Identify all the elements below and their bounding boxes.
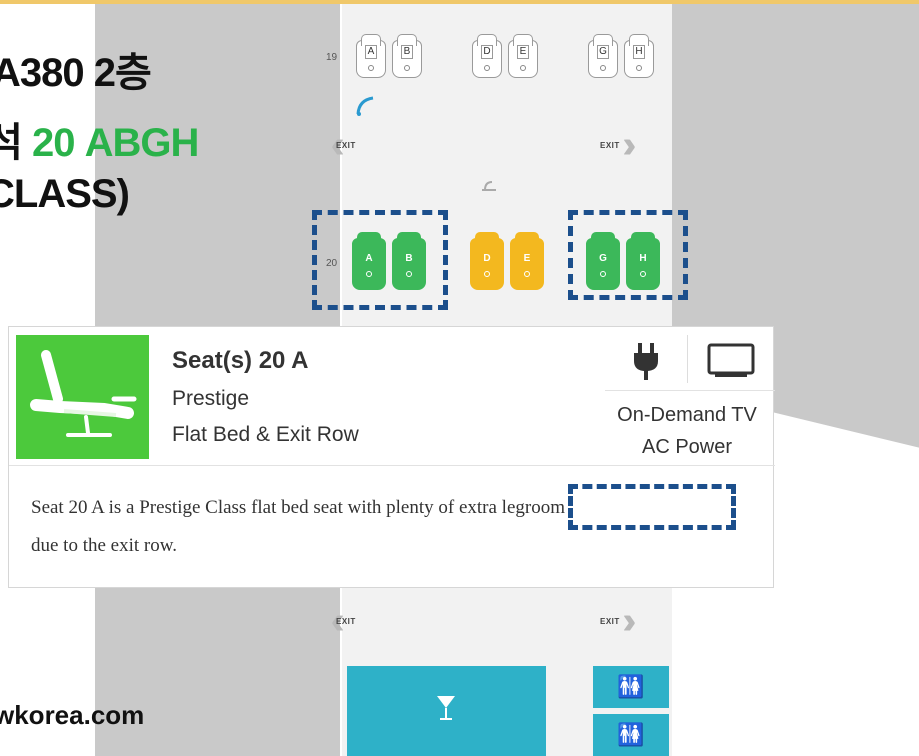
seat-19a[interactable]: A [356,34,386,78]
seat-label: A [365,45,377,59]
seat-19h[interactable]: H [624,34,654,78]
seat-label: D [481,45,493,59]
exit-label: EXIT [336,140,356,150]
lavatory-2[interactable]: 🚻 [593,714,669,756]
seat-label: D [483,253,491,264]
flat-bed-seat-icon [30,350,137,437]
headline-line-2: l석 20 ABGH [0,110,199,168]
amenity-list: On-Demand TV AC Power [601,399,773,463]
power-plug-icon [634,343,658,380]
row-number-19: 19 [326,52,338,63]
bar-lounge[interactable] [347,666,546,756]
exit-marker-left-bottom: ‹‹ EXIT [332,602,356,640]
exit-label: EXIT [600,616,620,626]
seat-description-line-2: due to the exit row. [31,535,177,556]
seat-label: E [517,45,529,59]
site-watermark: wkorea.com [0,700,145,730]
seat-info-card: Seat(s) 20 A Prestige Flat Bed & Exit Ro… [8,326,775,588]
seat-label: E [523,253,531,264]
seat-20e[interactable]: E [510,232,544,290]
highlight-seats-gh [568,210,688,300]
seat-19e[interactable]: E [508,34,538,78]
seat-label: H [633,45,645,59]
seat-class: Prestige [172,387,250,410]
exit-marker-left-top: ‹‹ EXIT [332,126,356,164]
highlight-extra-legroom [568,484,736,530]
headline-line-2-prefix: l석 [0,121,23,165]
seat-19g[interactable]: G [588,34,618,78]
card-divider [9,465,775,466]
headline-line-1: A380 2층 [0,51,152,95]
amenity-on-demand-tv: On-Demand TV [617,404,757,426]
cocktail-glass-icon [437,696,455,720]
seat-feature: Flat Bed & Exit Row [172,423,359,446]
seat-19d[interactable]: D [472,34,502,78]
seat-20d[interactable]: D [470,232,504,290]
tv-icon [707,343,755,377]
lavatory-icon: 🚻 [617,674,645,699]
headline-seat-code: 20 ABGH [32,121,199,165]
exit-label: EXIT [336,616,356,626]
headline-line-3: CLASS) [0,172,130,216]
door-icon [356,96,374,116]
seat-label: G [597,45,609,59]
lavatory-1[interactable]: 🚻 [593,666,669,708]
seat-class-badge [16,335,149,459]
exit-marker-right-bottom: EXIT ›› [600,602,638,640]
amenity-ac-power: AC Power [641,436,733,458]
seat-label: B [401,45,413,59]
amenity-separator [687,335,688,383]
galley-icon [482,181,496,191]
seat-19b[interactable]: B [392,34,422,78]
highlight-seats-ab [312,210,448,310]
lavatory-icon: 🚻 [617,722,645,747]
exit-marker-right-top: EXIT ›› [600,126,638,164]
exit-label: EXIT [600,140,620,150]
seat-title: Seat(s) 20 A [172,347,309,374]
